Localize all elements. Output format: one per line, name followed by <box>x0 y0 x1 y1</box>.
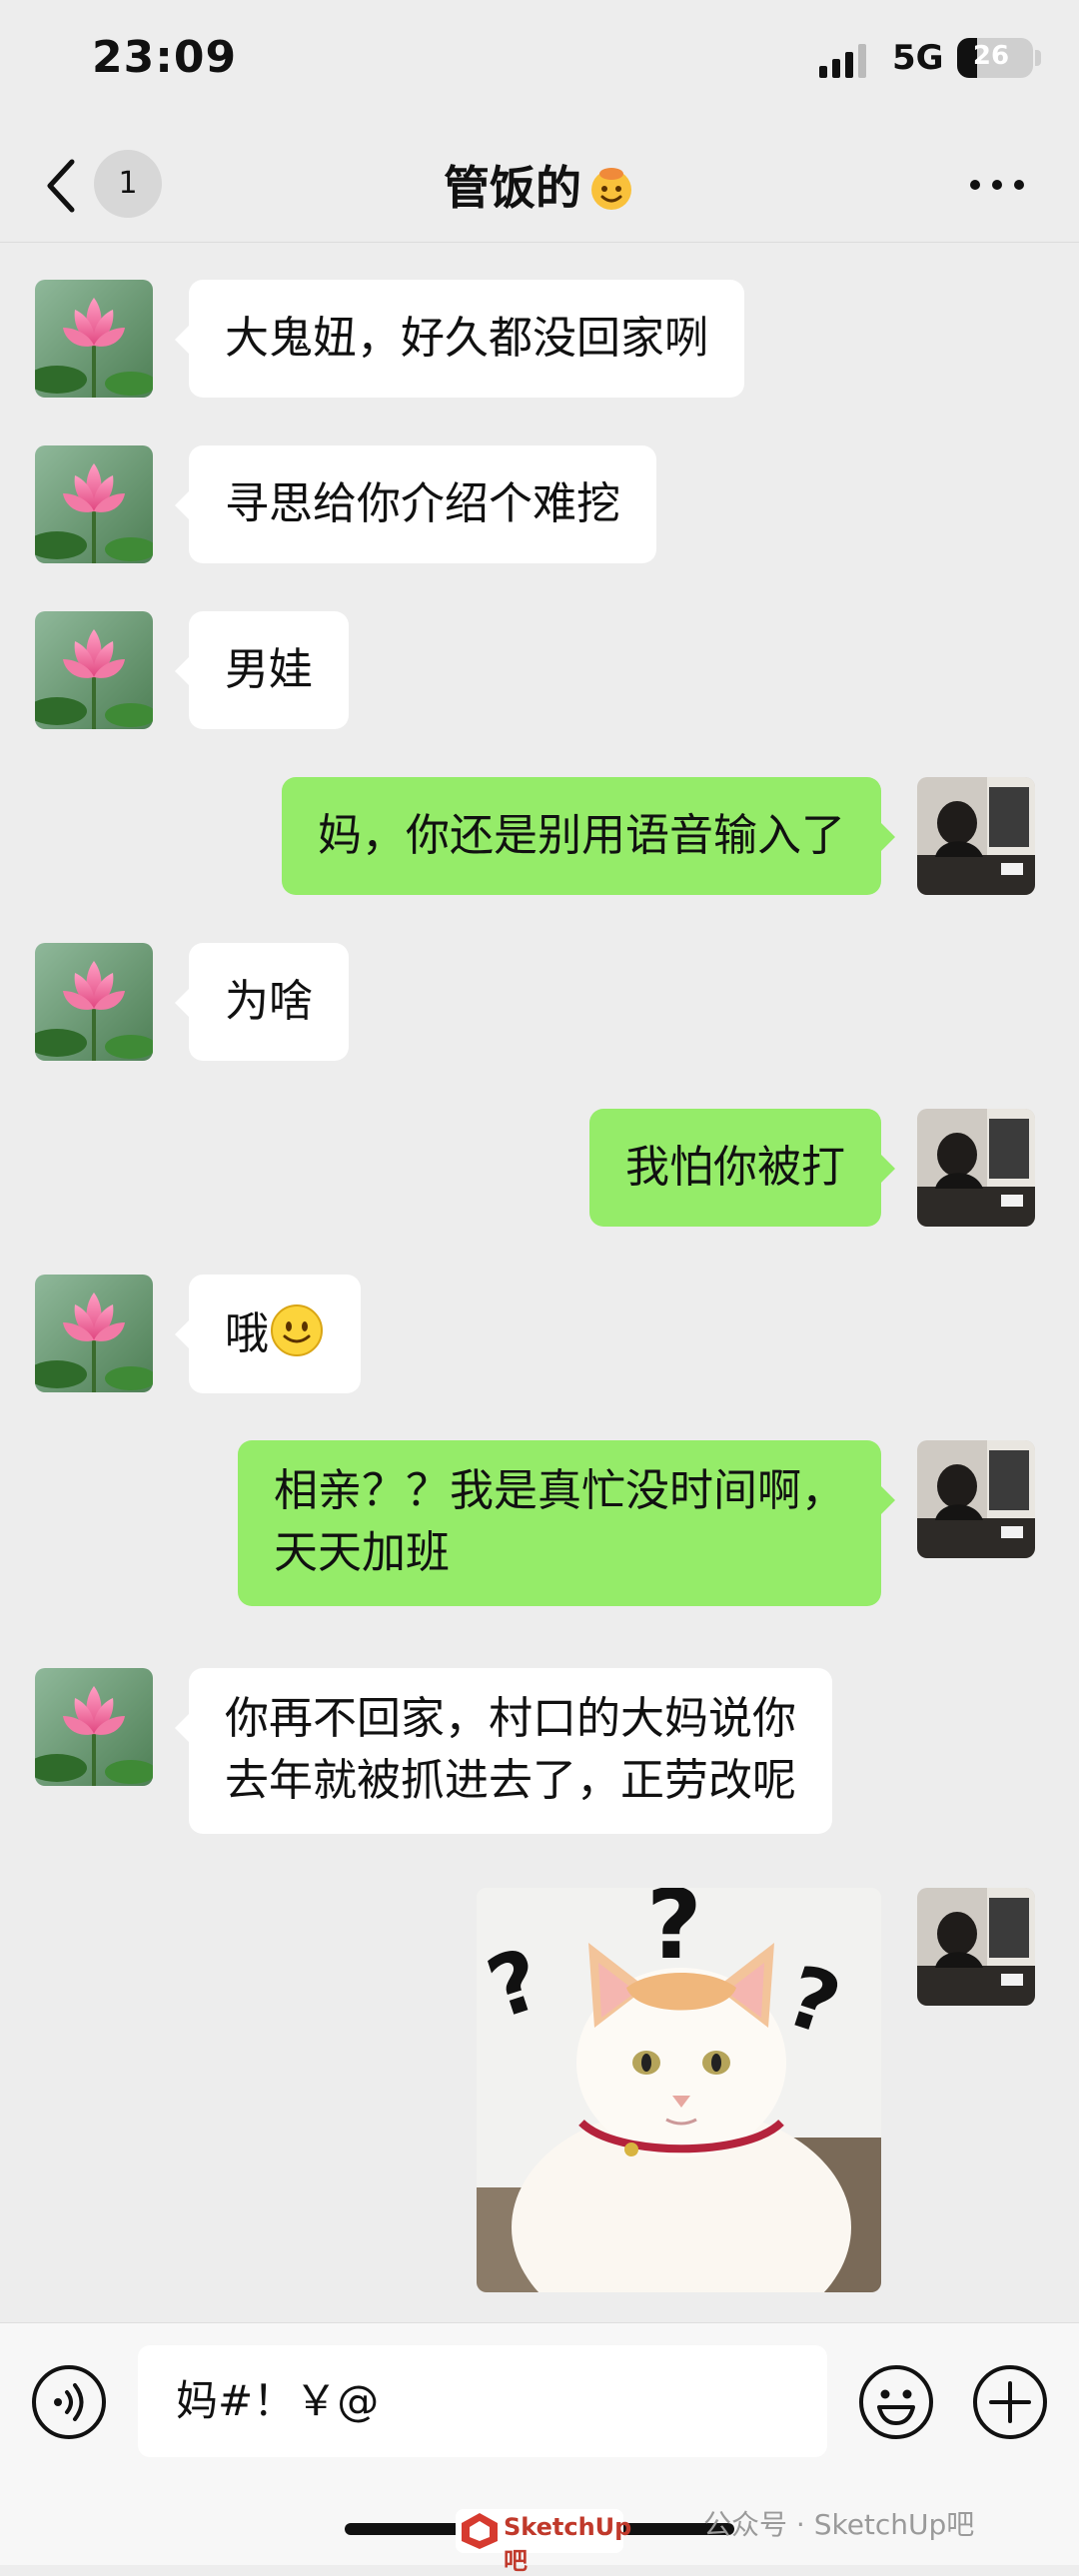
message-text: 哦 <box>225 1308 269 1359</box>
outgoing-message[interactable]: 妈，你还是别用语音输入了 <box>282 777 881 895</box>
my-avatar[interactable] <box>917 1109 1035 1227</box>
smile-emoji-icon <box>271 1304 323 1356</box>
bubble-tail <box>175 1714 189 1742</box>
chat-header: 1 管饭的 <box>0 130 1079 243</box>
incoming-message[interactable]: 你再不回家，村口的大妈说你 去年就被抓进去了，正劳改呢 <box>189 1668 832 1834</box>
bubble-tail <box>175 989 189 1017</box>
svg-text:?: ? <box>646 1888 702 1981</box>
battery-icon: 26 <box>957 38 1033 78</box>
message-input[interactable]: 妈#！￥@ <box>138 2345 827 2457</box>
contact-avatar[interactable] <box>35 445 153 563</box>
plus-icon[interactable] <box>971 2363 1049 2441</box>
outgoing-message[interactable]: 相亲？？我是真忙没时间啊， 天天加班 <box>238 1440 881 1606</box>
watermark-text: 公众号 · SketchUp吧 <box>703 2508 975 2541</box>
confused-cat-sticker[interactable]: ? ? ? <box>477 1888 881 2292</box>
more-dots-icon[interactable] <box>967 170 1027 200</box>
bubble-tail <box>175 1320 189 1348</box>
outgoing-message[interactable]: 我怕你被打 <box>589 1109 881 1227</box>
emoji-icon[interactable] <box>857 2363 935 2441</box>
smiling-face-icon <box>591 168 631 210</box>
my-avatar[interactable] <box>917 1440 1035 1558</box>
battery-level: 26 <box>972 41 1010 71</box>
contact-avatar[interactable] <box>35 1275 153 1392</box>
my-avatar[interactable] <box>917 1888 1035 2006</box>
chat-title: 管饭的 <box>0 152 1079 218</box>
status-time: 23:09 <box>92 32 238 83</box>
bubble-tail <box>881 1486 895 1514</box>
incoming-message[interactable]: 哦 <box>189 1275 361 1393</box>
status-bar: 23:09 5G 26 <box>0 0 1079 130</box>
contact-avatar[interactable] <box>35 280 153 398</box>
bubble-tail <box>881 823 895 851</box>
cat-sticker-image: ? ? ? <box>477 1888 881 2292</box>
network-type: 5G <box>892 38 944 78</box>
logo-text: SketchUp吧 <box>504 2513 632 2575</box>
bubble-tail <box>175 326 189 354</box>
contact-avatar[interactable] <box>35 1668 153 1786</box>
chat-title-text: 管饭的 <box>444 161 581 215</box>
incoming-message[interactable]: 为啥 <box>189 943 349 1061</box>
contact-avatar[interactable] <box>35 943 153 1061</box>
incoming-message[interactable]: 大鬼妞，好久都没回家咧 <box>189 280 744 398</box>
logo-icon <box>462 2513 498 2549</box>
incoming-message[interactable]: 寻思给你介绍个难挖 <box>189 445 656 563</box>
input-bar: 妈#！￥@ SketchUp吧 公众号 · SketchUp吧 <box>0 2322 1079 2575</box>
signal-icon <box>819 44 866 78</box>
bubble-tail <box>175 657 189 685</box>
battery-tip <box>1035 50 1041 66</box>
my-avatar[interactable] <box>917 777 1035 895</box>
bubble-tail <box>175 491 189 519</box>
voice-input-icon[interactable] <box>30 2363 108 2441</box>
sketchup-logo: SketchUp吧 <box>456 2509 631 2575</box>
incoming-message[interactable]: 男娃 <box>189 611 349 729</box>
contact-avatar[interactable] <box>35 611 153 729</box>
bubble-tail <box>881 1155 895 1183</box>
